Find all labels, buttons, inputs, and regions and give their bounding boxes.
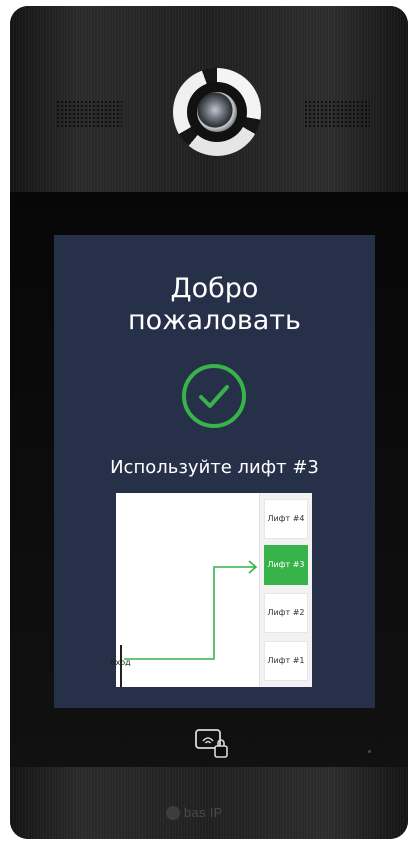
status-led: [368, 750, 371, 753]
elevator-3-highlighted: Лифт #3: [264, 545, 308, 585]
brand-logo-icon: [166, 806, 180, 820]
success-check-icon: [182, 364, 246, 428]
elevator-route-map: Вход Лифт #4 Лифт #3 Лифт #2 Лифт #1: [110, 493, 312, 687]
nfc-reader-icon[interactable]: [195, 729, 229, 759]
welcome-title-line-1: Добро: [170, 273, 259, 304]
welcome-title: Добро пожаловать: [54, 273, 375, 337]
elevator-4: Лифт #4: [264, 499, 308, 539]
elevator-2: Лифт #2: [264, 593, 308, 633]
intercom-device: Добро пожаловать Используйте лифт #3 Вхо…: [10, 6, 408, 839]
top-panel: [10, 6, 408, 192]
display-screen: Добро пожаловать Используйте лифт #3 Вхо…: [54, 235, 375, 708]
elevator-1: Лифт #1: [264, 641, 308, 681]
camera-icon: [173, 68, 261, 156]
welcome-title-line-2: пожаловать: [128, 305, 301, 336]
camera-lens: [197, 92, 237, 132]
speaker-grille-left: [56, 100, 122, 128]
speaker-grille-right: [304, 100, 370, 128]
elevator-instruction: Используйте лифт #3: [110, 457, 319, 478]
bottom-panel: [10, 767, 408, 839]
entrance-label: Вход: [110, 658, 131, 667]
brand-logo: bas IP: [184, 805, 223, 820]
camera-bezel: [187, 82, 247, 142]
elevator-column: Лифт #4 Лифт #3 Лифт #2 Лифт #1: [259, 493, 312, 687]
